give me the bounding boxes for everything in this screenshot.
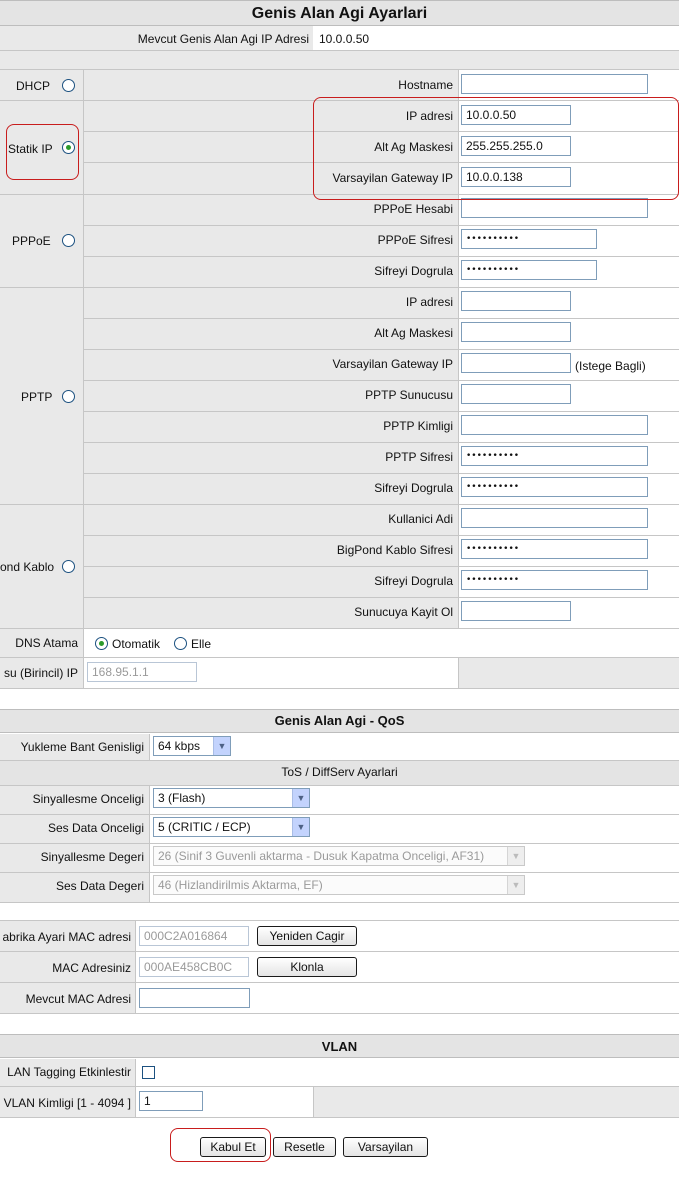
bigpond-password-input[interactable]: ••••••••••: [461, 539, 648, 559]
bigpond-user-input[interactable]: [461, 508, 648, 528]
signaling-priority-select[interactable]: 3 (Flash) ▼: [153, 788, 310, 808]
pptp-server-input[interactable]: [461, 384, 571, 404]
dns-auto-radio[interactable]: [95, 637, 108, 650]
dns-empty-cell: [459, 658, 679, 688]
static-fields-highlight: [313, 97, 679, 200]
voice-priority-label: Ses Data Onceligi: [47, 821, 144, 835]
dns-manual-radio[interactable]: [174, 637, 187, 650]
current-mac-label: Mevcut MAC Adresi: [25, 992, 131, 1006]
bigpond-user-label: Kullanici Adi: [388, 512, 453, 526]
chevron-down-icon: ▼: [292, 789, 309, 807]
voice-value-label: Ses Data Degeri: [55, 879, 144, 893]
pppoe-label: PPPoE: [12, 234, 51, 248]
your-mac-label: MAC Adresiniz: [52, 961, 131, 975]
bigpond-server-input[interactable]: [461, 601, 571, 621]
vlan-tagging-label: LAN Tagging Etkinlestir: [7, 1065, 131, 1079]
chevron-down-icon: ▼: [507, 847, 524, 865]
pppoe-confirm-input[interactable]: ••••••••••: [461, 260, 597, 280]
your-mac-input[interactable]: 000AE458CB0C: [139, 957, 249, 977]
pptp-mask-label: Alt Ag Maskesi: [374, 326, 453, 340]
qos-section-title: Genis Alan Agi - QoS: [0, 709, 679, 733]
wan-section-title: Genis Alan Agi Ayarlari: [0, 0, 679, 26]
hostname-label: Hostname: [398, 78, 453, 92]
bigpond-label: ond Kablo: [0, 560, 55, 574]
signaling-value-label: Sinyallesme Degeri: [40, 850, 144, 864]
pppoe-confirm-label: Sifreyi Dogrula: [374, 264, 453, 278]
dhcp-label: DHCP: [16, 79, 51, 93]
pptp-gateway-optional-note: (Istege Bagli): [575, 359, 646, 373]
bigpond-confirm-label: Sifreyi Dogrula: [374, 574, 453, 588]
pptp-id-label: PPTP Kimligi: [383, 419, 453, 433]
current-ip-label: Mevcut Genis Alan Agi IP Adresi: [137, 32, 309, 46]
default-button[interactable]: Varsayilan: [343, 1137, 428, 1157]
hostname-input[interactable]: [461, 74, 648, 94]
bigpond-password-label: BigPond Kablo Sifresi: [336, 543, 453, 557]
bigpond-radio[interactable]: [62, 560, 75, 573]
dhcp-radio[interactable]: [62, 79, 75, 92]
bigpond-server-label: Sunucuya Kayit Ol: [354, 605, 453, 619]
chevron-down-icon: ▼: [507, 876, 524, 894]
dns-auto-label: Otomatik: [112, 637, 161, 651]
signaling-value-select[interactable]: 26 (Sinif 3 Guvenli aktarma - Dusuk Kapa…: [153, 846, 525, 866]
factory-mac-input[interactable]: 000C2A016864: [139, 926, 249, 946]
pptp-label: PPTP: [21, 390, 53, 404]
dns-manual-label: Elle: [191, 637, 212, 651]
pptp-confirm-input[interactable]: ••••••••••: [461, 477, 648, 497]
vlan-id-input[interactable]: 1: [139, 1091, 203, 1111]
clone-mac-button[interactable]: Klonla: [257, 957, 357, 977]
pptp-gateway-input[interactable]: [461, 353, 571, 373]
static-ip-highlight: [6, 124, 79, 180]
apply-button-highlight: [170, 1128, 271, 1162]
reset-button[interactable]: Resetle: [273, 1137, 336, 1157]
upload-bandwidth-label: Yukleme Bant Genisligi: [20, 740, 144, 754]
bigpond-confirm-input[interactable]: ••••••••••: [461, 570, 648, 590]
chevron-down-icon: ▼: [292, 818, 309, 836]
current-ip-value: 10.0.0.50: [319, 32, 370, 46]
pppoe-radio[interactable]: [62, 234, 75, 247]
dns-primary-input[interactable]: 168.95.1.1: [87, 662, 197, 682]
pptp-password-input[interactable]: ••••••••••: [461, 446, 648, 466]
dns-label: DNS Atama: [15, 636, 78, 650]
voice-value-select[interactable]: 46 (Hizlandirilmis Aktarma, EF) ▼: [153, 875, 525, 895]
pppoe-password-label: PPPoE Sifresi: [377, 233, 453, 247]
dns-primary-label: su (Birincil) IP: [3, 666, 78, 680]
upload-bandwidth-select[interactable]: 64 kbps ▼: [153, 736, 231, 756]
pptp-radio[interactable]: [62, 390, 75, 403]
pptp-server-label: PPTP Sunucusu: [365, 388, 453, 402]
voice-priority-select[interactable]: 5 (CRITIC / ECP) ▼: [153, 817, 310, 837]
pptp-password-label: PPTP Sifresi: [385, 450, 453, 464]
pppoe-password-input[interactable]: ••••••••••: [461, 229, 597, 249]
pptp-mask-input[interactable]: [461, 322, 571, 342]
pptp-gateway-label: Varsayilan Gateway IP: [332, 357, 454, 371]
pppoe-account-input[interactable]: [461, 198, 648, 218]
chevron-down-icon: ▼: [213, 737, 230, 755]
pptp-ip-input[interactable]: [461, 291, 571, 311]
spacer-row: [0, 51, 679, 69]
tos-subsection-title: ToS / DiffServ Ayarlari: [0, 761, 679, 785]
pptp-confirm-label: Sifreyi Dogrula: [374, 481, 453, 495]
vlan-empty-cell: [314, 1087, 679, 1117]
pptp-ip-label: IP adresi: [405, 295, 453, 309]
vlan-id-label: VLAN Kimligi [1 - 4094 ]: [3, 1096, 131, 1110]
factory-mac-label: abrika Ayari MAC adresi: [2, 930, 132, 944]
pptp-id-input[interactable]: [461, 415, 648, 435]
restore-mac-button[interactable]: Yeniden Cagir: [257, 926, 357, 946]
vlan-tagging-checkbox[interactable]: [142, 1066, 155, 1079]
signaling-priority-label: Sinyallesme Onceligi: [32, 792, 144, 806]
current-mac-input[interactable]: [139, 988, 250, 1008]
vlan-section-title: VLAN: [0, 1034, 679, 1058]
pppoe-account-label: PPPoE Hesabi: [373, 202, 453, 216]
